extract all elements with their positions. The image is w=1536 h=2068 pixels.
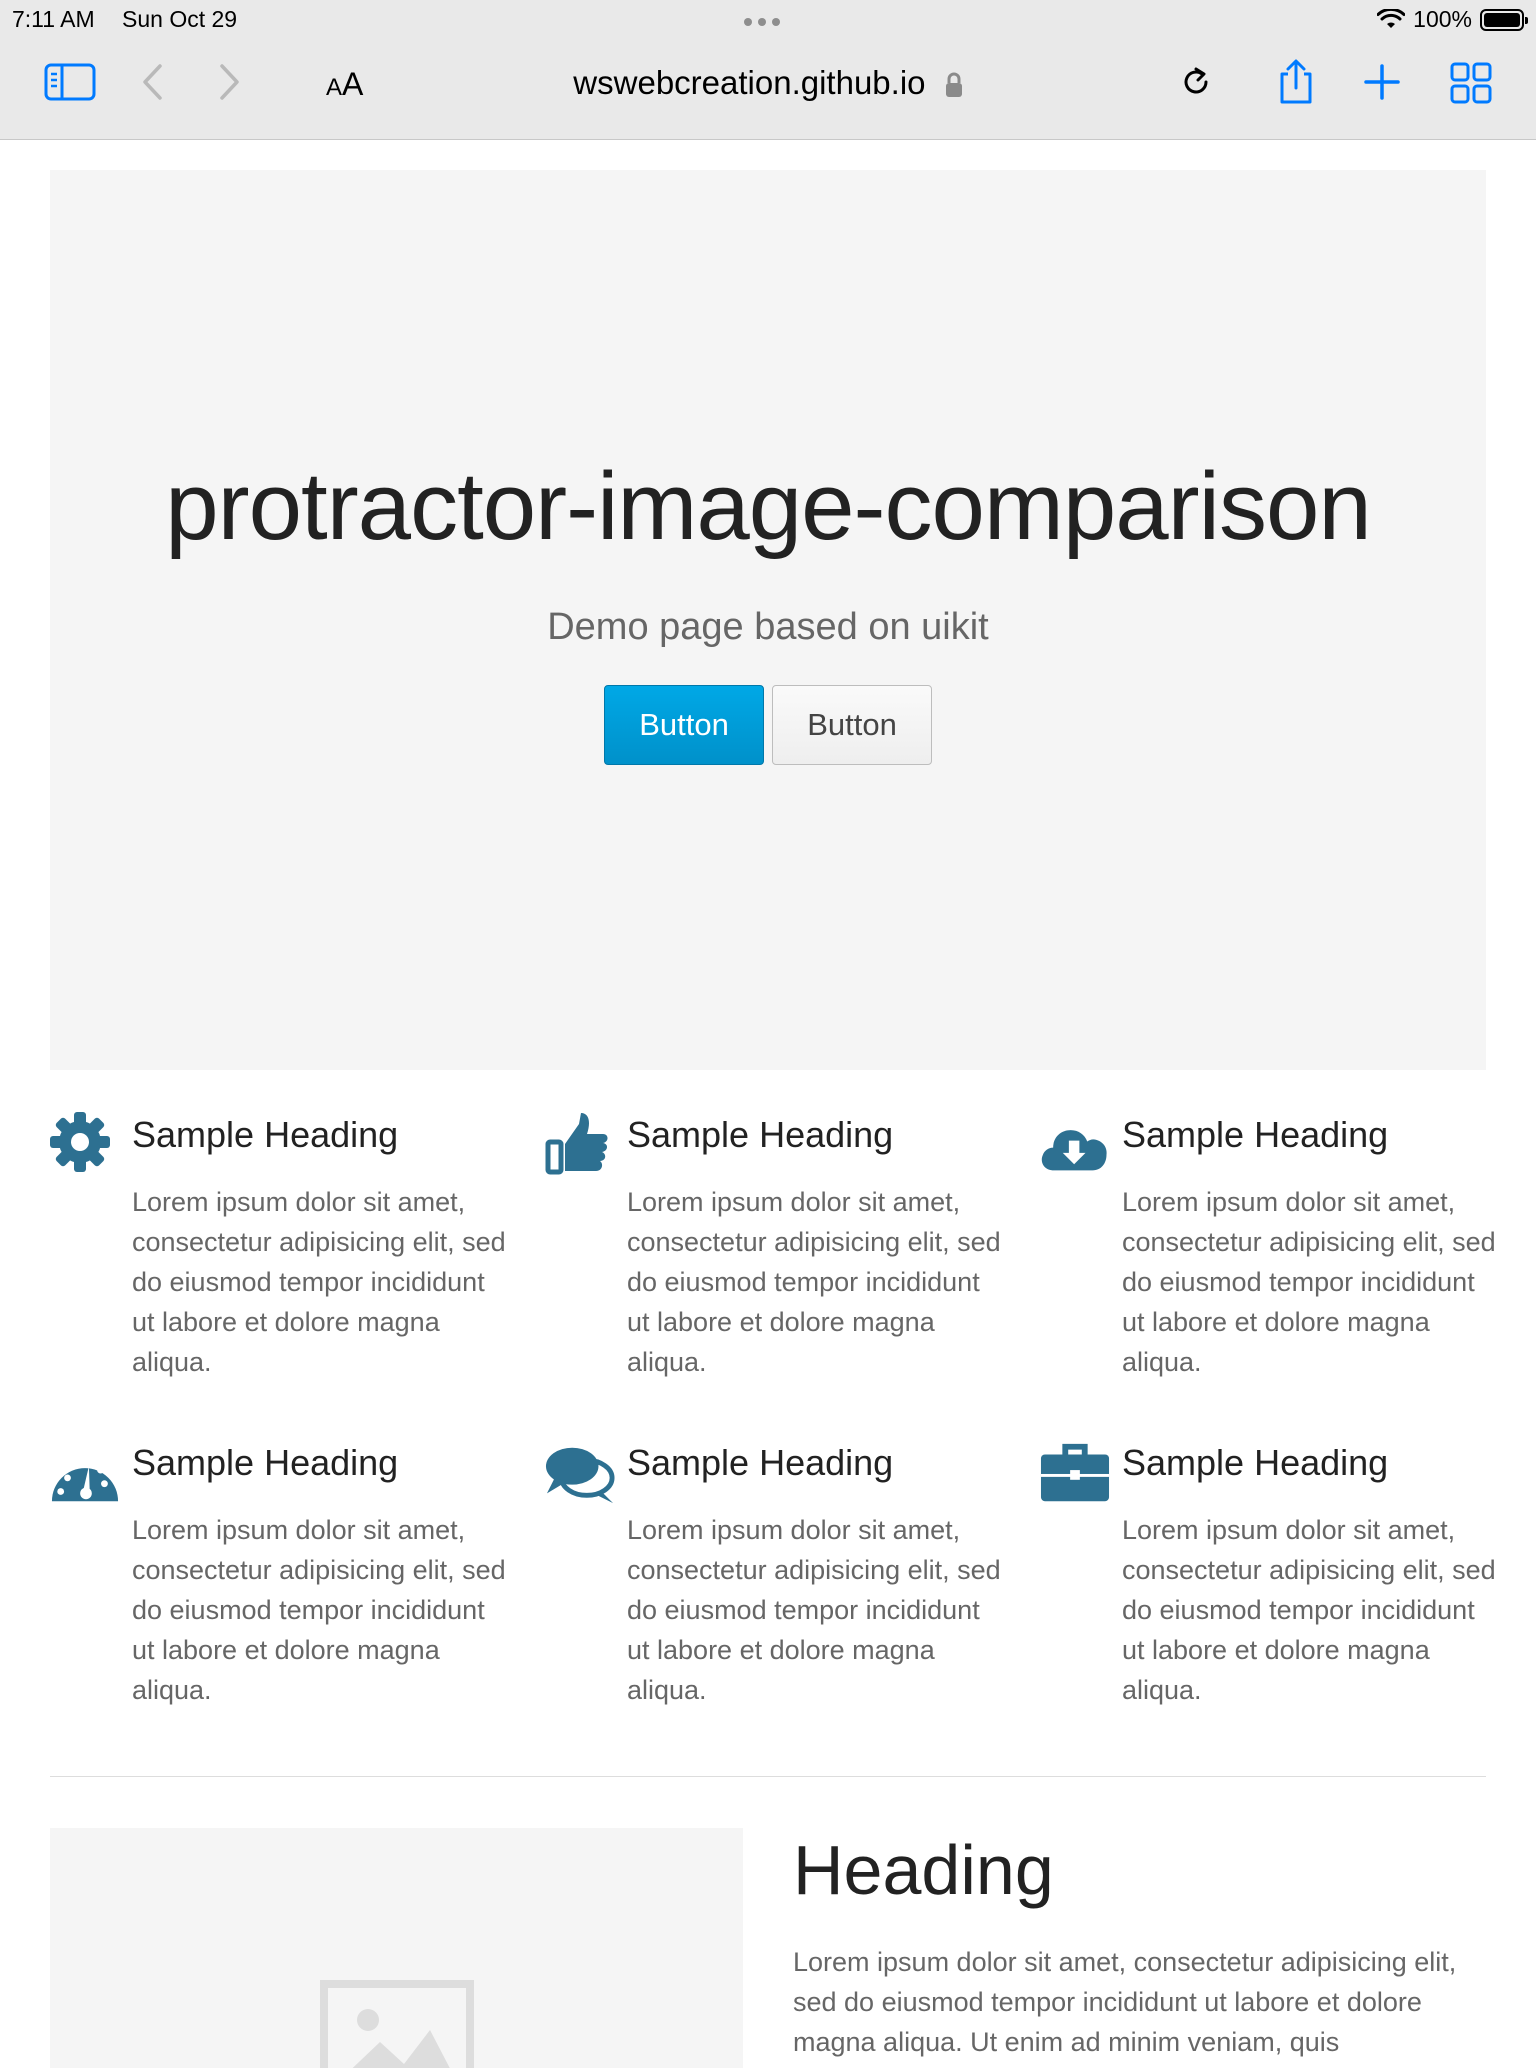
section-divider — [50, 1776, 1486, 1777]
feature-heading: Sample Heading — [132, 1114, 399, 1155]
gear-icon — [50, 1112, 110, 1172]
section-heading: Heading — [793, 1831, 1054, 1909]
comments-icon — [545, 1447, 615, 1504]
feature-heading: Sample Heading — [1122, 1114, 1389, 1155]
feature-text: Lorem ipsum dolor sit amet, consectetur … — [132, 1515, 506, 1705]
feature-text: Lorem ipsum dolor sit amet, consectetur … — [1122, 1187, 1496, 1377]
dashboard-icon — [51, 1456, 119, 1502]
image-icon — [320, 1980, 474, 2068]
multitasking-dots-icon[interactable] — [744, 18, 780, 26]
feature-heading: Sample Heading — [627, 1114, 894, 1155]
wifi-icon — [1377, 8, 1406, 28]
status-bar: 7:11 AM Sun Oct 29 100% — [0, 0, 1536, 40]
battery-percent: 100% — [1413, 6, 1472, 32]
status-indicators: 100% — [1377, 6, 1528, 33]
section-text: Lorem ipsum dolor sit amet, consectetur … — [793, 1947, 1457, 2057]
cloud-download-icon — [1041, 1130, 1107, 1171]
tabs-overview-icon[interactable] — [1450, 62, 1492, 104]
feature-heading: Sample Heading — [627, 1442, 894, 1483]
new-tab-icon[interactable] — [1362, 62, 1402, 102]
feature-text: Lorem ipsum dolor sit amet, consectetur … — [1122, 1515, 1496, 1705]
browser-toolbar: AA wswebcreation.github.io — [0, 40, 1536, 140]
share-icon[interactable] — [1274, 58, 1318, 106]
image-placeholder — [50, 1828, 743, 2068]
thumbs-up-icon — [545, 1113, 608, 1175]
status-date: Sun Oct 29 — [122, 6, 238, 32]
feature-text: Lorem ipsum dolor sit amet, consectetur … — [627, 1187, 1001, 1377]
feature-heading: Sample Heading — [1122, 1442, 1389, 1483]
secondary-button[interactable]: Button — [772, 685, 932, 765]
hero-subtitle: Demo page based on uikit — [547, 606, 989, 648]
url-text: wswebcreation.github.io — [573, 64, 926, 101]
primary-button[interactable]: Button — [604, 685, 764, 765]
lock-icon — [945, 72, 962, 98]
briefcase-icon — [1040, 1443, 1110, 1502]
feature-heading: Sample Heading — [132, 1442, 399, 1483]
battery-icon — [1480, 8, 1528, 31]
hero-panel: protractor-image-comparison Demo page ba… — [50, 170, 1486, 1070]
hero-title: protractor-image-comparison — [165, 453, 1371, 560]
feature-text: Lorem ipsum dolor sit amet, consectetur … — [132, 1187, 506, 1377]
reload-icon[interactable] — [1176, 62, 1216, 102]
feature-text: Lorem ipsum dolor sit amet, consectetur … — [627, 1515, 1001, 1705]
status-time: 7:11 AM — [12, 6, 95, 32]
